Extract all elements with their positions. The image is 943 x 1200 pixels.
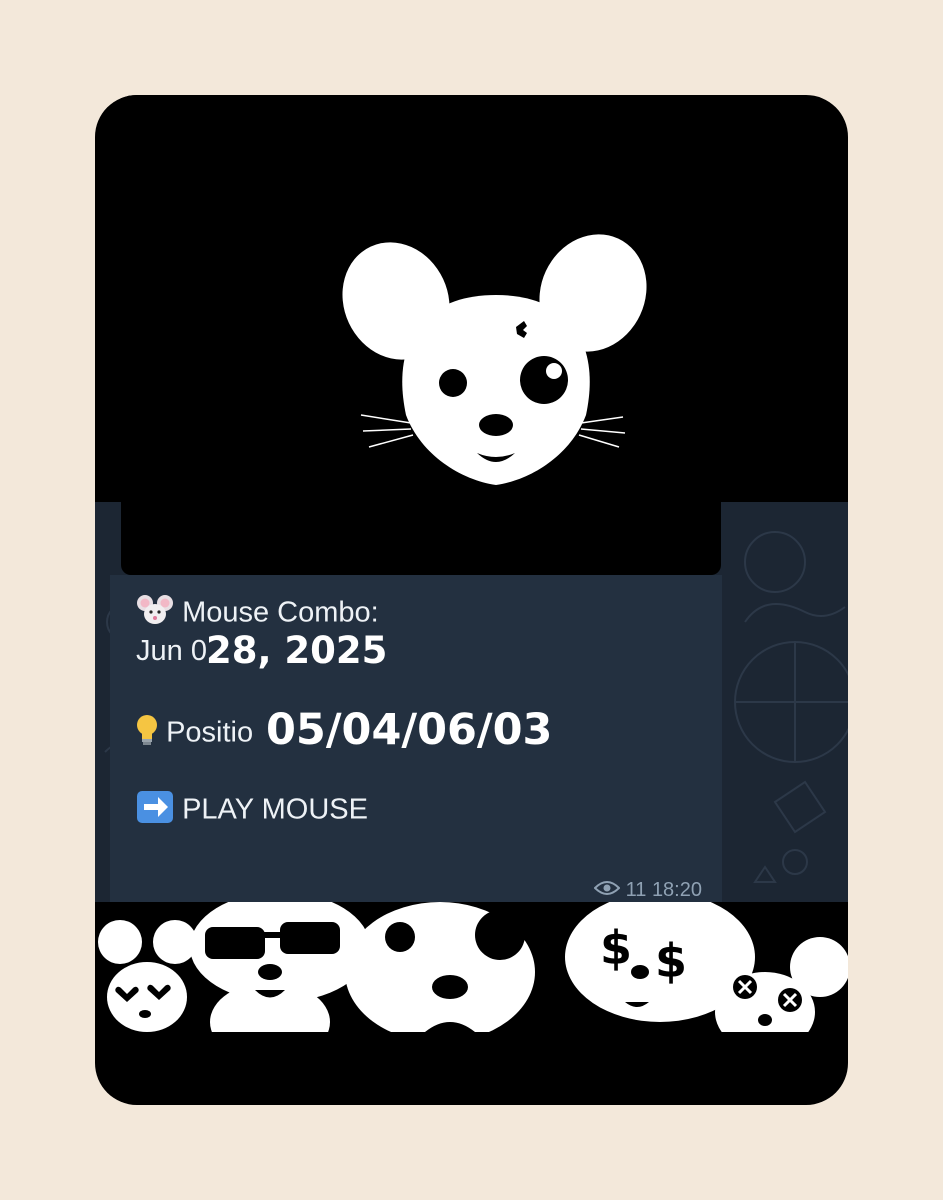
date-prefix-text: Jun 0 [136, 635, 207, 667]
svg-text:$: $ [600, 921, 632, 975]
position-overlay-text: 05/04/06/03 [266, 705, 553, 755]
mouse-faces-illustration: $ $ [98, 902, 848, 1032]
date-line: Jun 0 [136, 635, 207, 668]
message-bubble: Mouse Combo: Jun 0 28, 2025 Positio 05/0… [110, 575, 722, 902]
position-label-text: Positio [166, 716, 254, 749]
views-count: 11 [625, 879, 647, 901]
post-card: Mouse Combo: Jun 0 28, 2025 Positio 05/0… [95, 95, 848, 1105]
mascot-banner: $ $ [95, 902, 848, 1032]
hero-image [121, 95, 721, 575]
date-overlay-text: 28, 2025 [206, 629, 388, 672]
light-bulb-icon [136, 713, 158, 755]
play-line[interactable]: PLAY MOUSE [136, 790, 368, 832]
combo-title-text: Mouse Combo: [182, 596, 379, 629]
mouse-face-icon [136, 593, 174, 635]
message-time: 18:20 [651, 879, 702, 901]
message-meta: 11 18:20 [593, 879, 702, 902]
eye-icon [593, 879, 626, 901]
right-arrow-icon [136, 790, 174, 832]
position-line: Positio [136, 713, 253, 755]
svg-text:$: $ [655, 934, 687, 988]
mouse-mascot-logo [342, 234, 647, 485]
play-mouse-link[interactable]: PLAY MOUSE [182, 794, 368, 826]
